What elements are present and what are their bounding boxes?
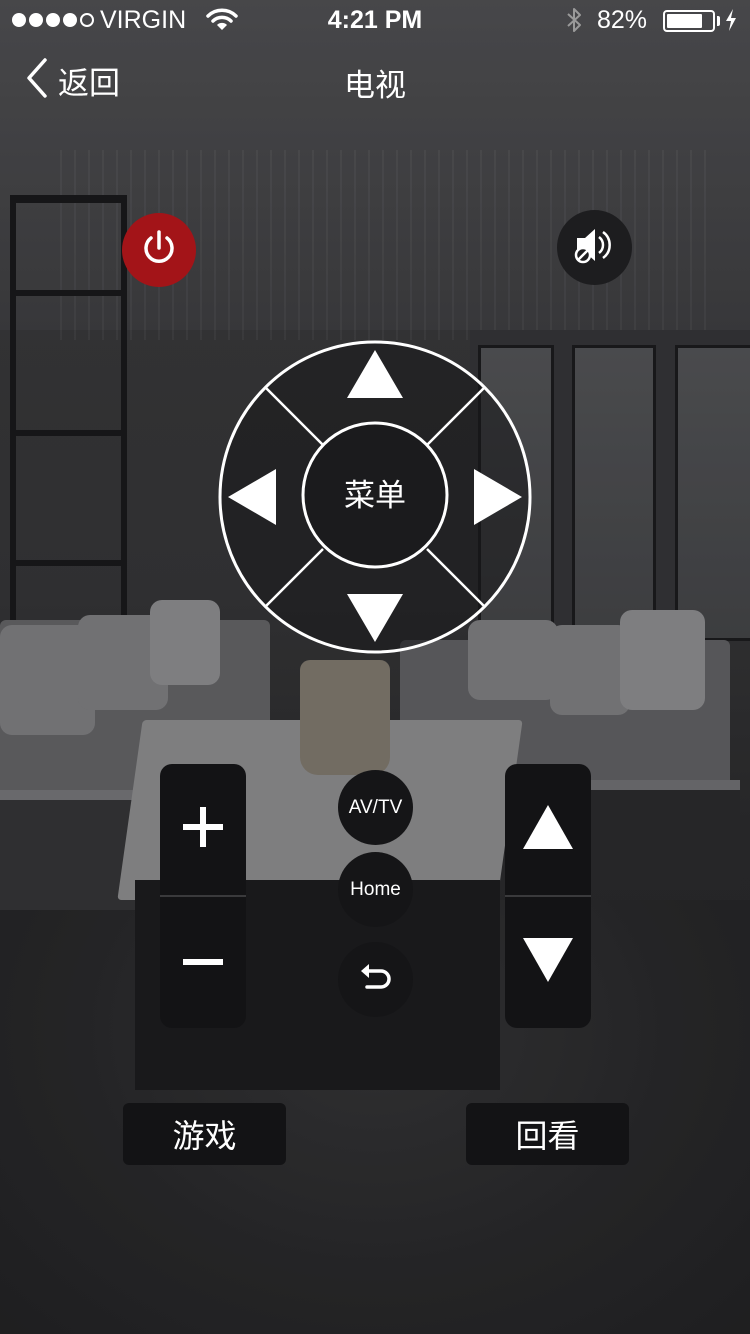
triangle-up-icon [521, 803, 575, 856]
minus-icon [183, 954, 223, 972]
menu-label: 菜单 [344, 478, 406, 514]
charging-bolt-icon [724, 8, 738, 39]
triangle-down-icon [521, 936, 575, 989]
return-button[interactable] [338, 942, 413, 1017]
replay-button[interactable]: 回看 [466, 1103, 629, 1165]
power-button[interactable] [122, 213, 196, 287]
game-button[interactable]: 游戏 [123, 1103, 286, 1165]
volume-down-button[interactable] [160, 897, 246, 1028]
dim-overlay [0, 0, 750, 1334]
plus-icon [181, 805, 225, 854]
bluetooth-icon [566, 6, 582, 41]
home-label: Home [350, 878, 401, 900]
mute-button[interactable] [557, 210, 632, 285]
battery-nub [717, 16, 720, 26]
status-bar: VIRGIN 4:21 PM 82% [0, 0, 750, 40]
game-label: 游戏 [172, 1118, 237, 1154]
battery-icon [663, 10, 715, 32]
volume-up-button[interactable] [160, 764, 246, 895]
battery-percentage: 82% [597, 6, 648, 34]
battery-fill [667, 14, 703, 28]
channel-control [505, 764, 591, 1028]
channel-down-button[interactable] [505, 897, 591, 1028]
home-button[interactable]: Home [338, 852, 413, 927]
return-arrow-icon [359, 962, 393, 998]
speaker-mute-icon [571, 223, 619, 272]
volume-control [160, 764, 246, 1028]
av-tv-label: AV/TV [348, 796, 403, 818]
living-room-background [0, 0, 750, 1334]
page-title: 电视 [344, 68, 406, 103]
menu-button[interactable]: 菜单 [301, 421, 449, 569]
replay-label: 回看 [515, 1118, 580, 1154]
channel-up-button[interactable] [505, 764, 591, 895]
av-tv-button[interactable]: AV/TV [338, 770, 413, 845]
direction-pad: 菜单 [218, 340, 532, 654]
power-icon [139, 228, 179, 273]
